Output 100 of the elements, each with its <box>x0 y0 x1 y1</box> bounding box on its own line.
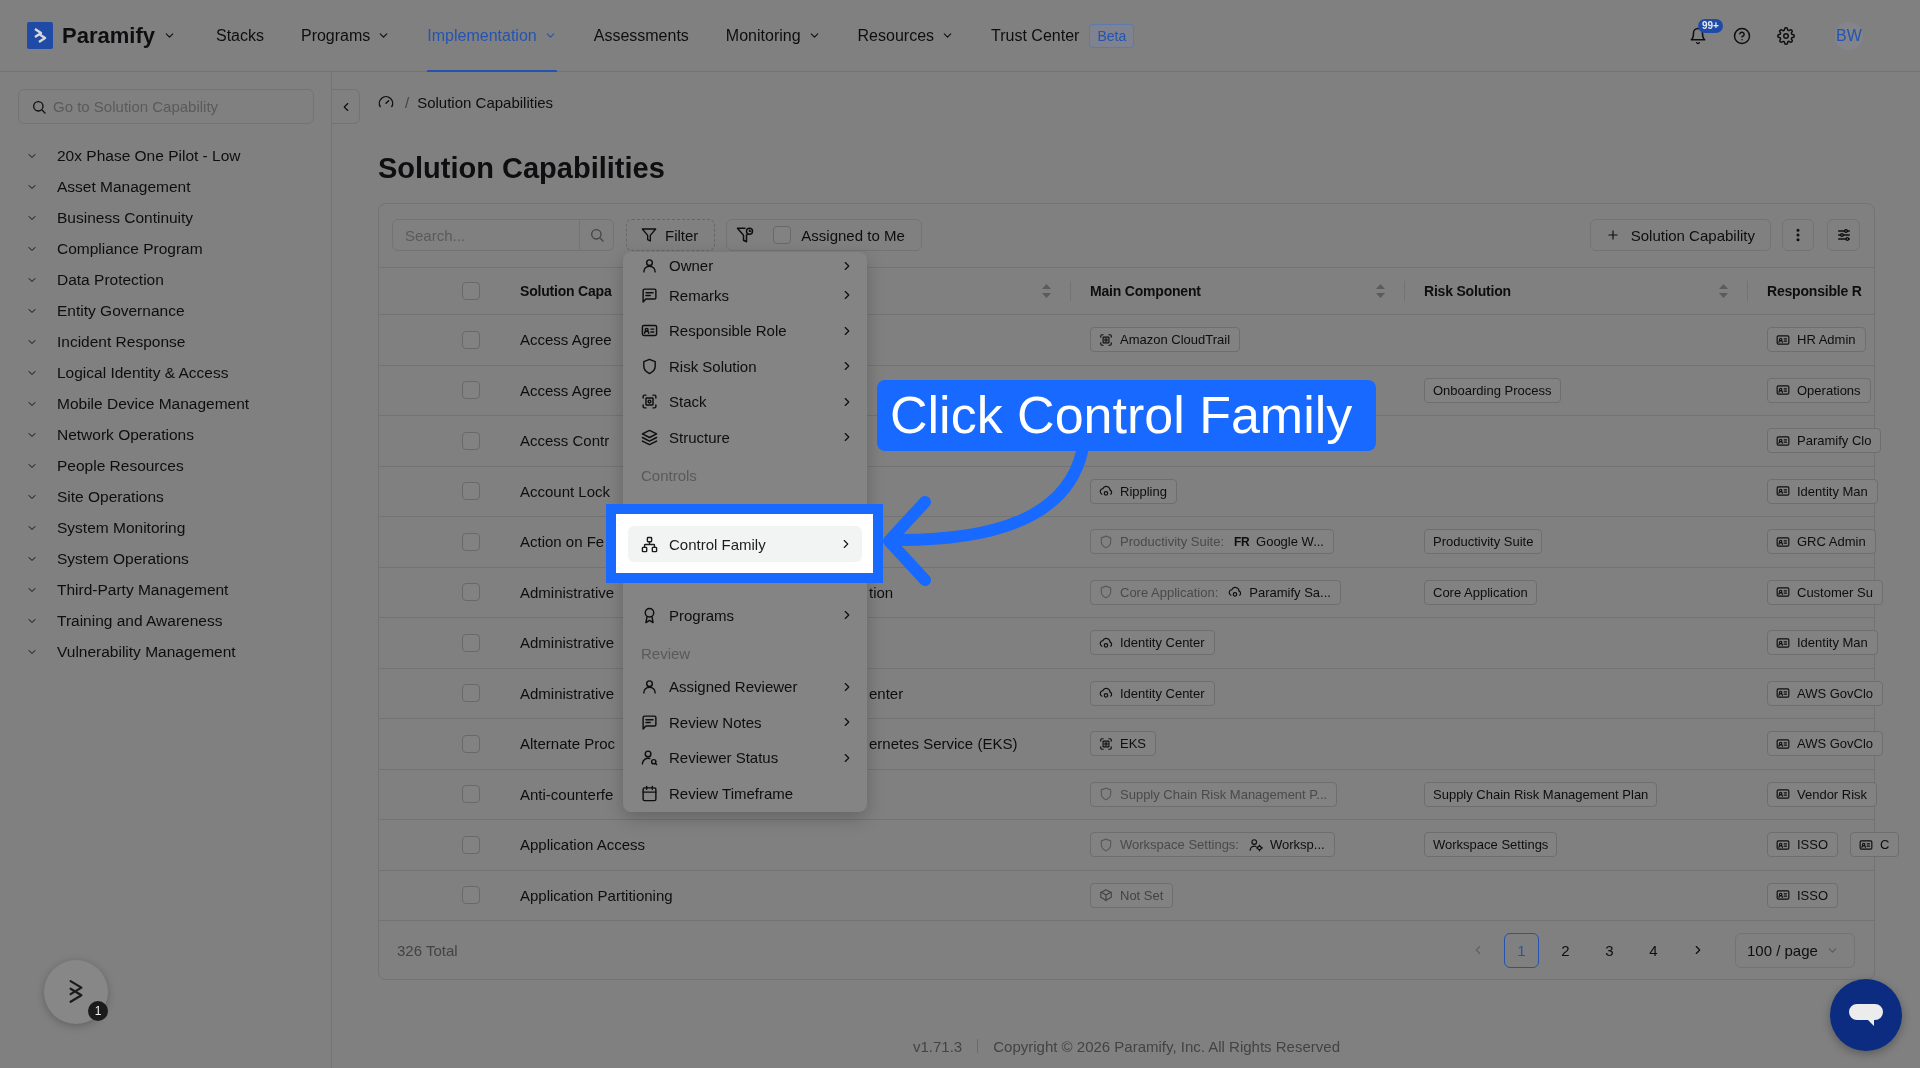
gauge-icon[interactable] <box>378 94 394 110</box>
nav-tab[interactable]: Trust Center Beta <box>991 0 1135 72</box>
sidebar-item[interactable]: Vulnerability Management <box>18 636 314 667</box>
menu-item[interactable]: Reviewer Status <box>623 740 867 776</box>
menu-item[interactable]: Owner <box>623 252 867 278</box>
checkbox[interactable] <box>462 282 480 300</box>
nav-tab[interactable]: Programs <box>300 0 391 72</box>
component-name: EKS <box>1120 736 1146 752</box>
sidebar-item[interactable]: Incident Response <box>18 326 314 357</box>
sidebar-item[interactable]: Asset Management <box>18 171 314 202</box>
checkbox[interactable] <box>462 785 480 804</box>
cloud-cog-icon <box>1228 585 1243 600</box>
component-name: Google W... <box>1256 534 1324 550</box>
menu-item[interactable]: Review Notes <box>623 704 867 740</box>
sort-icon[interactable] <box>1042 284 1051 298</box>
role-name: Identity Man <box>1797 635 1868 651</box>
page-button[interactable]: 3 <box>1592 932 1627 968</box>
nav-tab[interactable]: Resources <box>857 0 955 72</box>
workspace-switcher[interactable]: Paramify <box>62 22 176 49</box>
sidebar-item[interactable]: 20x Phase One Pilot - Low <box>18 140 314 171</box>
more-button[interactable] <box>1782 219 1814 251</box>
sidebar-item[interactable]: Entity Governance <box>18 295 314 326</box>
message-icon <box>641 713 658 731</box>
checkbox[interactable] <box>462 684 480 703</box>
checkbox[interactable] <box>462 482 480 501</box>
sidebar-item[interactable]: System Monitoring <box>18 512 314 543</box>
message-icon <box>641 286 658 304</box>
scan-icon <box>641 393 658 411</box>
collapse-sidebar-button[interactable] <box>332 89 360 124</box>
user-search-icon <box>641 749 658 767</box>
capability-name: Anti-counterfe <box>520 785 614 803</box>
checkbox[interactable] <box>462 734 480 753</box>
risk-solution-tag: Onboarding Process <box>1424 377 1561 403</box>
capability-name: Access Agree <box>520 381 612 399</box>
help-icon[interactable] <box>1733 26 1751 45</box>
checkbox[interactable] <box>462 633 480 652</box>
menu-item[interactable]: Programs <box>623 597 867 633</box>
column-settings-button[interactable] <box>1827 219 1860 251</box>
role-name: ISSO <box>1797 887 1829 903</box>
column-header[interactable]: Main Component <box>1090 283 1201 299</box>
settings-icon[interactable] <box>1777 26 1795 45</box>
assigned-to-me-toggle[interactable]: Assigned to Me <box>773 226 905 244</box>
risk-solution-tag: Core Application <box>1424 579 1537 605</box>
add-button[interactable]: Solution Capability <box>1589 219 1771 251</box>
sort-icon[interactable] <box>1376 284 1385 298</box>
page-button[interactable]: 4 <box>1636 932 1671 968</box>
menu-item[interactable]: Stack <box>623 384 867 420</box>
menu-item[interactable]: Assigned Reviewer <box>623 669 867 705</box>
sidebar-item[interactable]: System Operations <box>18 543 314 574</box>
search-button[interactable] <box>580 219 614 251</box>
total-count: 326 Total <box>397 941 458 959</box>
filter-button[interactable]: Filter <box>626 219 716 251</box>
sidebar-item[interactable]: Data Protection <box>18 264 314 295</box>
chat-button[interactable] <box>1830 979 1902 1051</box>
sidebar-item[interactable]: Mobile Device Management <box>18 388 314 419</box>
checkbox[interactable] <box>462 886 480 905</box>
chat-bubble-icon <box>1849 1004 1883 1026</box>
menu-item[interactable]: Remarks <box>623 277 867 313</box>
hierarchy-icon <box>641 535 658 553</box>
role-name: HR Admin <box>1797 332 1856 348</box>
sidebar-item[interactable]: Business Continuity <box>18 202 314 233</box>
checkbox[interactable] <box>462 532 480 551</box>
plus-icon <box>1605 228 1620 242</box>
checkbox[interactable] <box>462 381 480 400</box>
shield-icon <box>1099 837 1113 852</box>
column-header: Responsible R <box>1767 283 1862 299</box>
search-icon <box>588 227 605 243</box>
page-button[interactable]: 2 <box>1548 932 1583 968</box>
sidebar-item[interactable]: Third-Party Management <box>18 574 314 605</box>
sidebar-item[interactable]: Network Operations <box>18 419 314 450</box>
component-name: Identity Center <box>1120 685 1205 701</box>
menu-item[interactable]: Structure <box>623 419 867 455</box>
checkbox[interactable] <box>462 835 480 854</box>
sort-icon[interactable] <box>1719 284 1728 298</box>
component-name: Paramify Sa... <box>1249 584 1331 600</box>
menu-item[interactable]: Responsible Role <box>623 313 867 349</box>
checkbox[interactable] <box>773 226 792 244</box>
checkbox[interactable] <box>462 330 480 349</box>
column-header[interactable]: Solution Capa <box>520 283 612 299</box>
sidebar-item[interactable]: Logical Identity & Access <box>18 357 314 388</box>
column-header[interactable]: Risk Solution <box>1424 283 1511 299</box>
id-card-icon <box>1776 736 1790 751</box>
id-card-icon <box>1776 837 1790 852</box>
funnel-clock-icon[interactable] <box>736 226 755 244</box>
help-launcher-button[interactable]: 1 <box>44 960 108 1024</box>
sidebar-item[interactable]: Training and Awareness <box>18 605 314 636</box>
menu-item[interactable]: Review Timeframe <box>623 775 867 811</box>
sidebar-item[interactable]: Site Operations <box>18 481 314 512</box>
sidebar-item[interactable]: People Resources <box>18 450 314 481</box>
logo-icon[interactable] <box>27 22 53 49</box>
menu-item[interactable]: Risk Solution <box>623 348 867 384</box>
nav-tab[interactable]: Assessments <box>593 0 689 72</box>
menu-item[interactable]: Control Family <box>628 526 862 562</box>
sidebar-item[interactable]: Compliance Program <box>18 233 314 264</box>
checkbox[interactable] <box>462 583 480 602</box>
checkbox[interactable] <box>462 431 480 450</box>
page-size-select[interactable]: 100 / page <box>1735 932 1855 968</box>
nav-tab[interactable]: Monitoring <box>725 0 821 72</box>
component-name: Worksp... <box>1270 837 1325 853</box>
nav-tab[interactable]: Stacks <box>215 0 264 72</box>
